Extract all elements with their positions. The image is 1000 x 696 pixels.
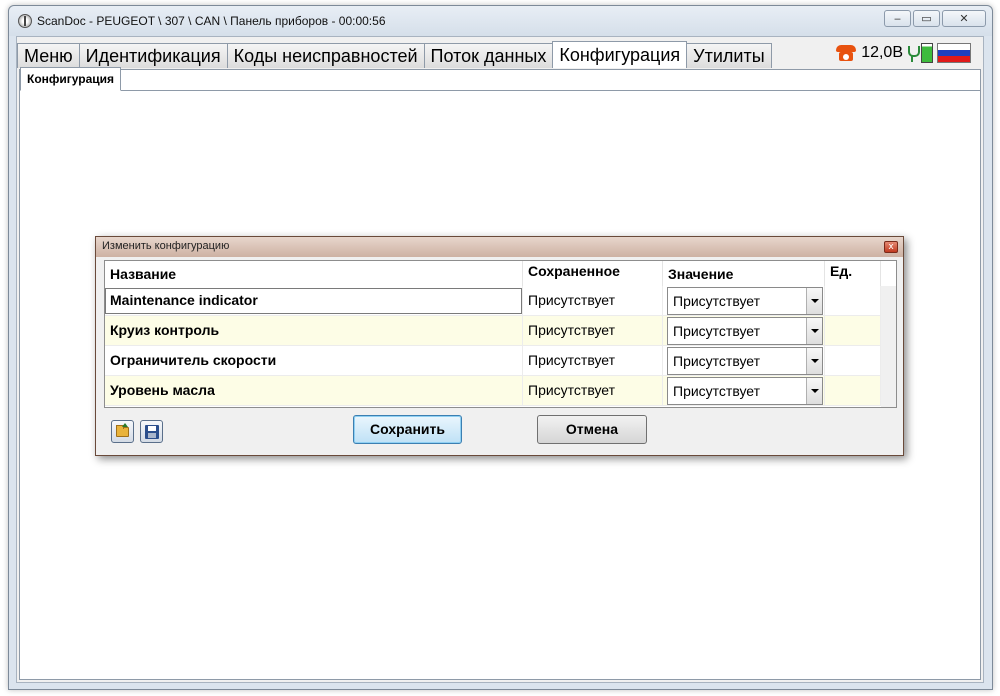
value-select[interactable]: Присутствует xyxy=(667,317,823,345)
row-name-cell[interactable]: Ограничитель скорости xyxy=(105,346,523,376)
tab-fault-codes[interactable]: Коды неисправностей xyxy=(226,43,425,68)
battery-icon xyxy=(921,43,933,63)
table-header: Название Сохраненное Значение Ед. xyxy=(105,261,896,286)
row-unit-cell xyxy=(825,376,881,406)
row-unit-cell xyxy=(825,316,881,346)
minimize-icon: ‒ xyxy=(894,12,901,25)
row-saved-cell: Присутствует xyxy=(523,376,663,406)
config-table: Название Сохраненное Значение Ед. Mainte… xyxy=(104,260,897,408)
column-header-value[interactable]: Значение xyxy=(663,261,825,286)
save-button[interactable]: Сохранить xyxy=(353,415,462,444)
minimize-button[interactable]: ‒ xyxy=(884,10,911,27)
row-value-cell: Присутствует xyxy=(663,346,825,376)
row-saved-cell: Присутствует xyxy=(523,346,663,376)
open-button[interactable] xyxy=(111,420,134,443)
app-logo-icon xyxy=(18,14,32,28)
tab-configuration[interactable]: Конфигурация xyxy=(552,41,688,68)
column-header-unit[interactable]: Ед. xyxy=(825,261,881,286)
table-row[interactable]: Уровень масла Присутствует Присутствует xyxy=(105,376,881,406)
open-folder-icon xyxy=(116,425,129,437)
tab-data-stream[interactable]: Поток данных xyxy=(423,43,554,68)
title-bar[interactable]: ScanDoc - PEUGEOT \ 307 \ CAN \ Панель п… xyxy=(9,6,992,36)
window-controls: ‒ ▭ ✕ xyxy=(884,10,986,27)
chevron-down-icon[interactable] xyxy=(806,348,822,374)
status-area: 12,0В xyxy=(835,41,971,65)
edit-config-dialog: Изменить конфигурацию x Название Сохране… xyxy=(95,236,904,456)
row-name-cell[interactable]: Maintenance indicator xyxy=(105,286,523,316)
chevron-down-icon[interactable] xyxy=(806,288,822,314)
chevron-down-icon[interactable] xyxy=(806,318,822,344)
dialog-title: Изменить конфигурацию xyxy=(102,240,230,252)
window-title: ScanDoc - PEUGEOT \ 307 \ CAN \ Панель п… xyxy=(37,14,386,28)
plug-icon xyxy=(907,43,920,63)
voltage-readout: 12,0В xyxy=(861,44,903,61)
flag-stripe-red xyxy=(938,56,970,62)
row-value-cell: Присутствует xyxy=(663,376,825,406)
cancel-button[interactable]: Отмена xyxy=(537,415,647,444)
column-header-saved[interactable]: Сохраненное xyxy=(523,261,663,286)
main-tabs: Меню Идентификация Коды неисправностей П… xyxy=(17,41,772,69)
save-file-button[interactable] xyxy=(140,420,163,443)
table-row[interactable]: Ограничитель скорости Присутствует Прису… xyxy=(105,346,881,376)
table-row[interactable]: Круиз контроль Присутствует Присутствует xyxy=(105,316,881,346)
value-select[interactable]: Присутствует xyxy=(667,377,823,405)
value-select[interactable]: Присутствует xyxy=(667,287,823,315)
phone-icon xyxy=(835,44,857,62)
tab-identification[interactable]: Идентификация xyxy=(78,43,228,68)
row-unit-cell xyxy=(825,286,881,316)
tab-utilities[interactable]: Утилиты xyxy=(686,43,772,68)
row-saved-cell: Присутствует xyxy=(523,286,663,316)
close-icon: ✕ xyxy=(959,12,969,25)
close-button[interactable]: ✕ xyxy=(942,10,986,27)
row-name-cell[interactable]: Круиз контроль xyxy=(105,316,523,346)
value-select[interactable]: Присутствует xyxy=(667,347,823,375)
table-row[interactable]: Maintenance indicator Присутствует Прису… xyxy=(105,286,881,316)
subtab-configuration[interactable]: Конфигурация xyxy=(20,67,122,91)
chevron-down-icon[interactable] xyxy=(806,378,822,404)
dialog-title-bar[interactable]: Изменить конфигурацию x xyxy=(96,237,903,257)
row-name-cell[interactable]: Уровень масла xyxy=(105,376,523,406)
tab-menu[interactable]: Меню xyxy=(17,43,80,68)
column-header-name[interactable]: Название xyxy=(105,261,523,286)
row-value-cell: Присутствует xyxy=(663,286,825,316)
row-unit-cell xyxy=(825,346,881,376)
maximize-icon: ▭ xyxy=(921,12,932,25)
row-value-cell: Присутствует xyxy=(663,316,825,346)
table-scrollbar[interactable] xyxy=(881,286,896,407)
row-saved-cell: Присутствует xyxy=(523,316,663,346)
dialog-close-button[interactable]: x xyxy=(884,241,898,253)
flag-ru-icon[interactable] xyxy=(937,43,971,63)
save-disk-icon xyxy=(145,425,159,439)
maximize-button[interactable]: ▭ xyxy=(913,10,940,27)
